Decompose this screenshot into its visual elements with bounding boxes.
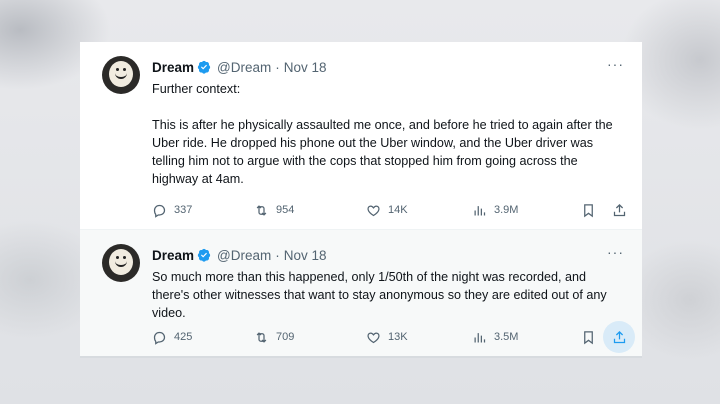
verified-badge-icon [197, 248, 211, 262]
retweet-button[interactable]: 954 [254, 203, 294, 218]
display-name[interactable]: Dream [152, 248, 194, 263]
separator-dot: · [275, 59, 280, 75]
tweet-header: Dream @Dream · Nov 18 [152, 58, 622, 76]
verified-badge-icon [197, 60, 211, 74]
views-button[interactable]: 3.9M [472, 203, 518, 218]
tweet-text: So much more than this happened, only 1/… [152, 268, 616, 322]
reply-button[interactable]: 337 [152, 203, 192, 218]
reply-button[interactable]: 425 [152, 330, 192, 345]
bookmark-button[interactable] [581, 203, 603, 218]
reply-count: 425 [174, 331, 193, 343]
retweet-count: 709 [276, 331, 295, 343]
like-count: 14K [388, 204, 408, 216]
share-icon [613, 330, 626, 343]
reply-icon [153, 331, 166, 345]
avatar-eye-right [123, 256, 126, 259]
bookmark-icon [584, 203, 593, 217]
tweet-date[interactable]: Nov 18 [284, 248, 327, 263]
avatar-eye-left [116, 68, 119, 71]
more-icon[interactable]: ··· [607, 56, 624, 72]
reply-count: 337 [174, 204, 193, 216]
tweet-text-line: So much more than this happened, only 1/… [152, 270, 607, 320]
user-handle[interactable]: @Dream [217, 248, 271, 263]
share-icon [613, 203, 626, 216]
tweet-actions: 425 709 13K 3.5M [152, 321, 635, 353]
views-count: 3.9M [494, 204, 519, 216]
more-icon[interactable]: ··· [607, 244, 624, 260]
tweet-header: Dream @Dream · Nov 18 [152, 246, 622, 264]
views-chart-icon [474, 332, 486, 342]
avatar-eye-right [123, 68, 126, 71]
reply-icon [153, 204, 166, 218]
retweet-icon [256, 204, 267, 216]
user-handle[interactable]: @Dream [217, 60, 271, 75]
tweet-text: Further context: This is after he physic… [152, 80, 616, 188]
separator-dot: · [275, 247, 280, 263]
heart-icon [367, 204, 380, 216]
display-name[interactable]: Dream [152, 60, 194, 75]
tweet-text-line: This is after he physically assaulted me… [152, 118, 613, 186]
heart-icon [367, 331, 380, 343]
bookmark-icon [584, 330, 593, 344]
avatar[interactable] [102, 56, 140, 94]
retweet-count: 954 [276, 204, 295, 216]
tweet-1[interactable]: Dream @Dream · Nov 18 ··· Further contex… [80, 42, 642, 229]
like-button[interactable]: 13K [366, 330, 408, 345]
like-count: 13K [388, 331, 408, 343]
avatar-eye-left [116, 256, 119, 259]
retweet-button[interactable]: 709 [254, 330, 294, 345]
share-button[interactable] [612, 203, 634, 218]
retweet-icon [256, 331, 267, 343]
tweet-date[interactable]: Nov 18 [284, 60, 327, 75]
views-count: 3.5M [494, 331, 519, 343]
tweet-2[interactable]: Dream @Dream · Nov 18 ··· So much more t… [80, 230, 642, 358]
tweet-actions: 337 954 14K 3.9M [152, 201, 626, 219]
tweet-text-line: Further context: [152, 82, 241, 96]
bookmark-button[interactable] [581, 330, 603, 345]
avatar[interactable] [102, 244, 140, 282]
like-button[interactable]: 14K [366, 203, 408, 218]
share-button[interactable] [612, 330, 634, 345]
views-chart-icon [474, 205, 486, 215]
card-bottom-edge [80, 356, 642, 358]
views-button[interactable]: 3.5M [472, 330, 518, 345]
